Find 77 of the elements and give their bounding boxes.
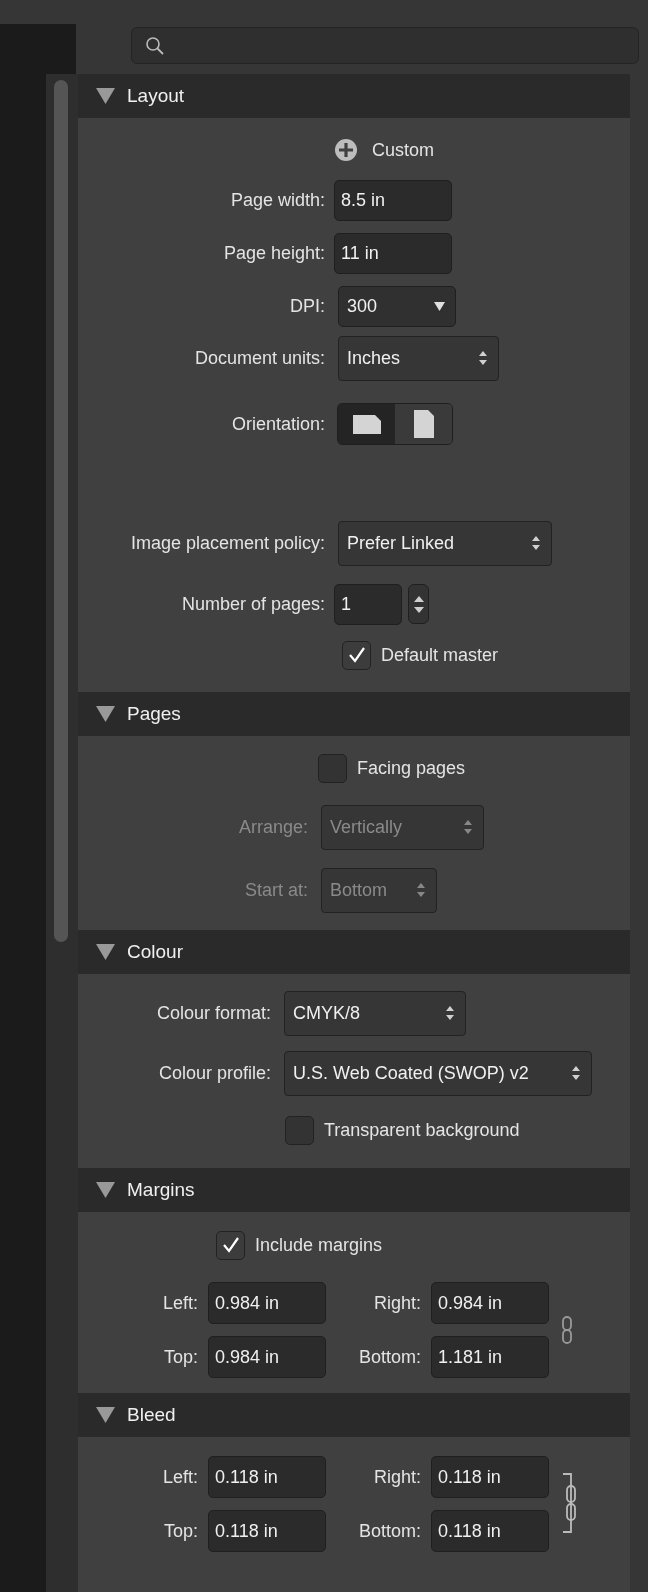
- field-label: Page width:: [229, 188, 326, 212]
- select-menu[interactable]: CMYK/8: [284, 990, 466, 1036]
- input-field[interactable]: 0.984 in: [431, 1282, 549, 1324]
- field-label: Page height:: [222, 241, 326, 265]
- field-label: Arrange:: [237, 815, 309, 839]
- field-label: Left:: [161, 1465, 199, 1489]
- portrait-page-icon: [413, 410, 434, 438]
- input-field[interactable]: 1.181 in: [431, 1336, 549, 1378]
- landscape-page-icon: [352, 414, 381, 434]
- plus-icon: [334, 138, 358, 162]
- landscape-button[interactable]: [338, 404, 395, 444]
- field-label: Document units:: [193, 346, 326, 370]
- up-down-arrows-icon: [531, 535, 541, 551]
- search-field[interactable]: [131, 27, 639, 64]
- custom-button[interactable]: Custom: [334, 136, 434, 164]
- collapse-triangle-icon: [96, 86, 115, 106]
- section-header[interactable]: Layout: [78, 74, 630, 118]
- checkbox-label: Default master: [381, 643, 499, 667]
- up-down-arrows-icon: [478, 350, 488, 366]
- field-label: Right:: [372, 1291, 422, 1315]
- section-title: Colour: [127, 939, 183, 964]
- input-field[interactable]: 0.118 in: [208, 1510, 326, 1552]
- section-header[interactable]: Bleed: [78, 1393, 630, 1437]
- number-field[interactable]: 1: [334, 583, 402, 625]
- field-label: Colour profile:: [157, 1061, 272, 1085]
- input-field[interactable]: 0.118 in: [208, 1456, 326, 1498]
- collapse-triangle-icon: [96, 704, 115, 724]
- checkbox-label: Transparent background: [324, 1118, 520, 1142]
- field-label: Orientation:: [230, 412, 326, 436]
- section-title: Margins: [127, 1177, 195, 1202]
- field-label: Left:: [161, 1291, 199, 1315]
- section-header[interactable]: Colour: [78, 930, 630, 974]
- up-down-arrows-icon: [416, 882, 426, 898]
- field-label: Start at:: [243, 878, 309, 902]
- field-label: Right:: [372, 1465, 422, 1489]
- input-field[interactable]: 0.984 in: [208, 1336, 326, 1378]
- input-field[interactable]: 0.118 in: [431, 1510, 549, 1552]
- input-field[interactable]: 0.118 in: [431, 1456, 549, 1498]
- section-title: Layout: [127, 83, 185, 108]
- select-menu[interactable]: Prefer Linked: [338, 520, 552, 566]
- checkbox[interactable]: [342, 640, 371, 670]
- up-down-arrows-icon: [412, 594, 425, 614]
- checkbox-label: Include margins: [255, 1233, 383, 1257]
- linked-chain-icon[interactable]: [562, 1473, 576, 1533]
- search-icon: [145, 35, 165, 56]
- checkbox[interactable]: [318, 753, 347, 783]
- field-label: Number of pages:: [180, 592, 326, 616]
- checkbox[interactable]: [216, 1230, 245, 1260]
- section-header[interactable]: Pages: [78, 692, 630, 736]
- up-down-arrows-icon: [445, 1005, 455, 1021]
- stepper[interactable]: [408, 584, 429, 624]
- section-title: Bleed: [127, 1402, 176, 1427]
- section-title: Pages: [127, 701, 181, 726]
- input-field[interactable]: 8.5 in: [334, 179, 452, 221]
- dropdown[interactable]: 300: [338, 285, 456, 327]
- field-label: Bottom:: [357, 1345, 422, 1369]
- field-label: Colour format:: [155, 1001, 272, 1025]
- up-down-arrows-icon: [571, 1065, 581, 1081]
- section-header[interactable]: Margins: [78, 1168, 630, 1212]
- select-menu[interactable]: Inches: [338, 335, 499, 381]
- caret-down-icon: [434, 301, 445, 311]
- scrollbar-thumb[interactable]: [54, 80, 68, 942]
- field-label: Bottom:: [357, 1519, 422, 1543]
- collapse-triangle-icon: [96, 942, 115, 962]
- input-field[interactable]: 11 in: [334, 232, 452, 274]
- checkbox[interactable]: [285, 1115, 314, 1145]
- field-label: Top:: [162, 1519, 199, 1543]
- collapse-triangle-icon: [96, 1180, 115, 1200]
- up-down-arrows-icon: [463, 819, 473, 835]
- field-label: Image placement policy:: [129, 531, 326, 555]
- field-label: Top:: [162, 1345, 199, 1369]
- field-label: DPI:: [289, 294, 326, 318]
- input-field[interactable]: 0.984 in: [208, 1282, 326, 1324]
- checkbox-label: Facing pages: [357, 756, 466, 780]
- select-menu[interactable]: U.S. Web Coated (SWOP) v2: [284, 1050, 592, 1096]
- collapse-triangle-icon: [96, 1405, 115, 1425]
- chain-icon[interactable]: [562, 1316, 572, 1344]
